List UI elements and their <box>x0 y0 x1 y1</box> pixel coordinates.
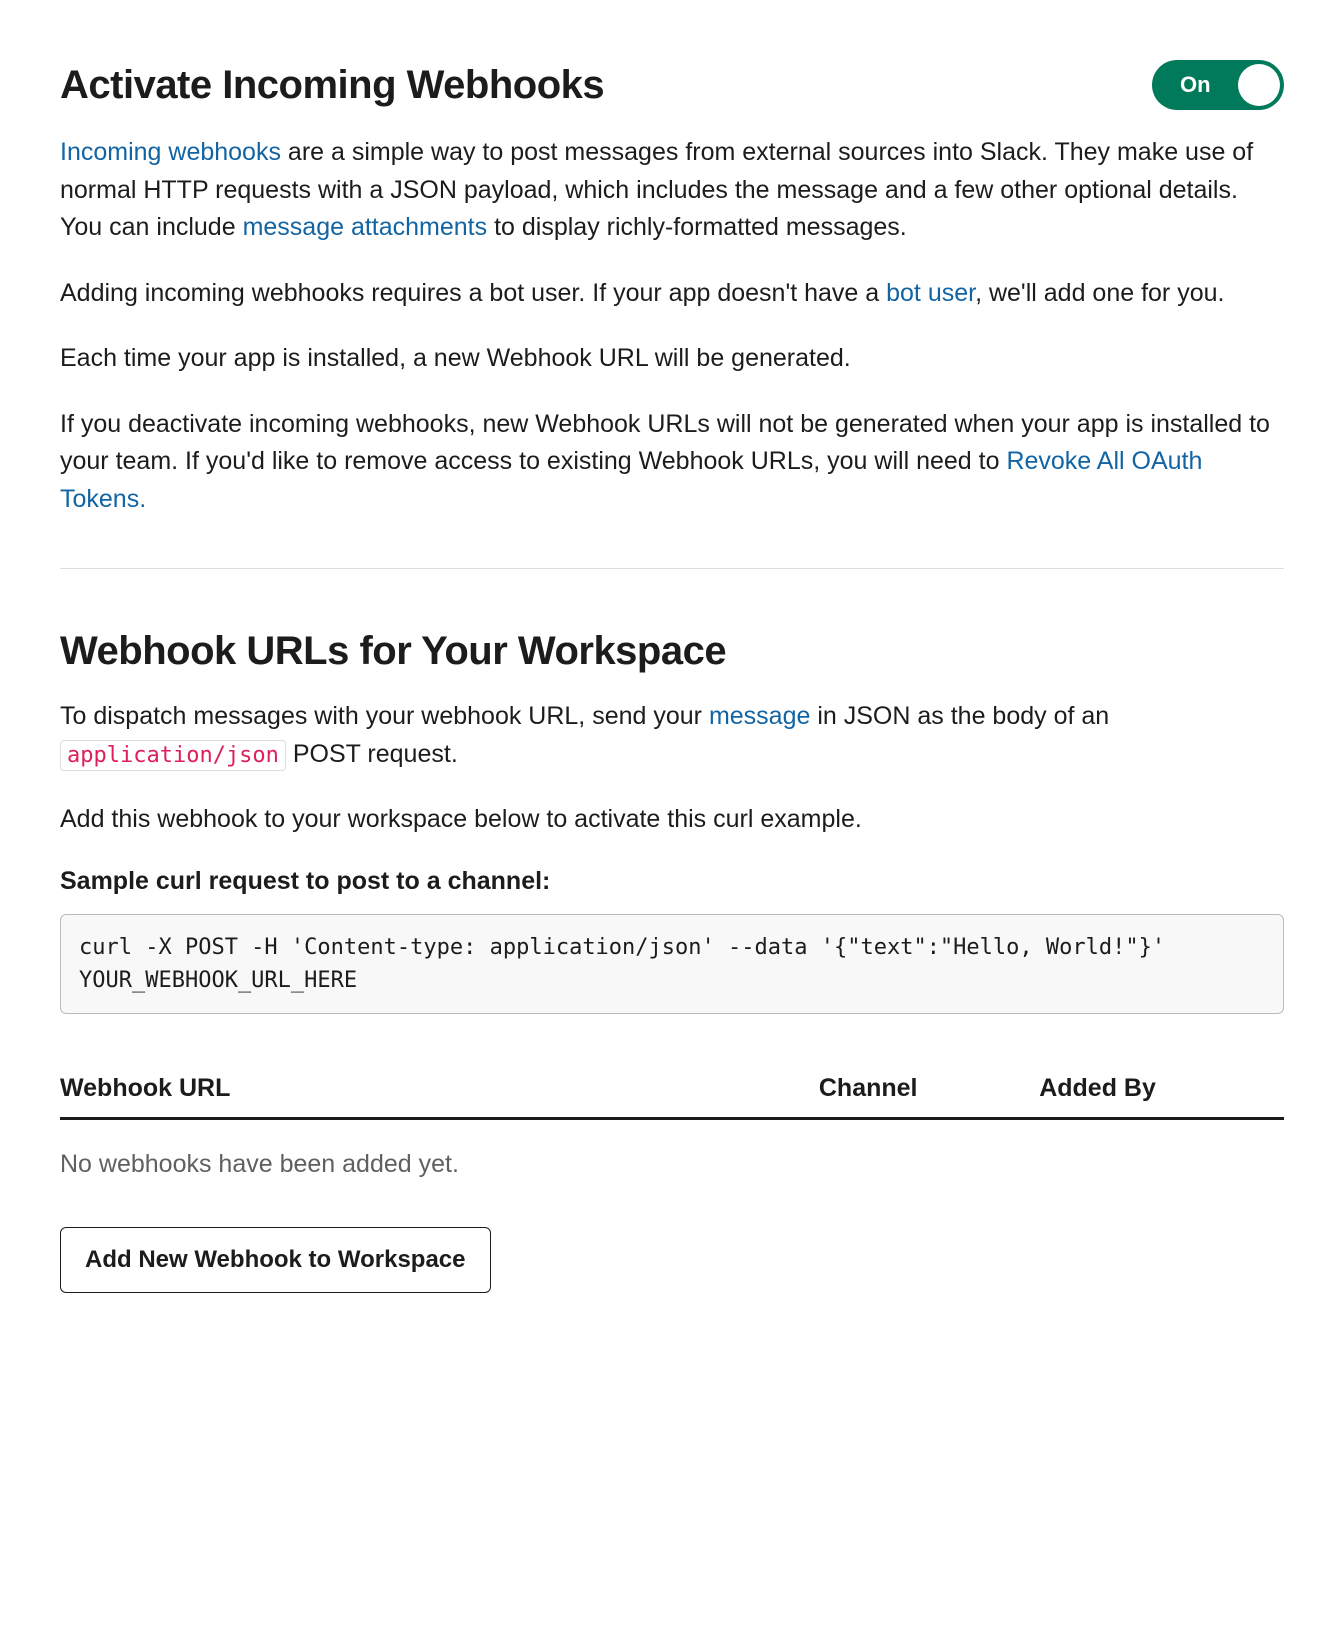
section1-p4: If you deactivate incoming webhooks, new… <box>60 406 1284 519</box>
webhook-empty-state: No webhooks have been added yet. <box>60 1150 1284 1179</box>
sample-curl-label: Sample curl request to post to a channel… <box>60 867 1284 896</box>
message-attachments-link[interactable]: message attachments <box>243 213 488 241</box>
section1-p3: Each time your app is installed, a new W… <box>60 340 1284 378</box>
section1-p1: Incoming webhooks are a simple way to po… <box>60 134 1284 247</box>
col-added-by: Added By <box>1039 1074 1284 1103</box>
add-webhook-button[interactable]: Add New Webhook to Workspace <box>60 1227 491 1293</box>
section-divider <box>60 568 1284 569</box>
section2-p1: To dispatch messages with your webhook U… <box>60 698 1284 773</box>
section1-title: Activate Incoming Webhooks <box>60 63 604 108</box>
col-channel: Channel <box>819 1074 1039 1103</box>
col-webhook-url: Webhook URL <box>60 1074 819 1103</box>
activate-webhooks-toggle[interactable]: On <box>1152 60 1284 110</box>
content-type-code: application/json <box>60 740 286 771</box>
toggle-state-label: On <box>1180 72 1211 98</box>
section2-title: Webhook URLs for Your Workspace <box>60 629 1284 674</box>
bot-user-link[interactable]: bot user <box>886 279 975 307</box>
curl-code-block: curl -X POST -H 'Content-type: applicati… <box>60 914 1284 1014</box>
incoming-webhooks-link[interactable]: Incoming webhooks <box>60 138 281 166</box>
section2-p2: Add this webhook to your workspace below… <box>60 801 1284 839</box>
webhook-table-header: Webhook URL Channel Added By <box>60 1074 1284 1120</box>
message-link[interactable]: message <box>709 702 810 730</box>
toggle-knob <box>1238 64 1280 106</box>
section1-p2: Adding incoming webhooks requires a bot … <box>60 275 1284 313</box>
